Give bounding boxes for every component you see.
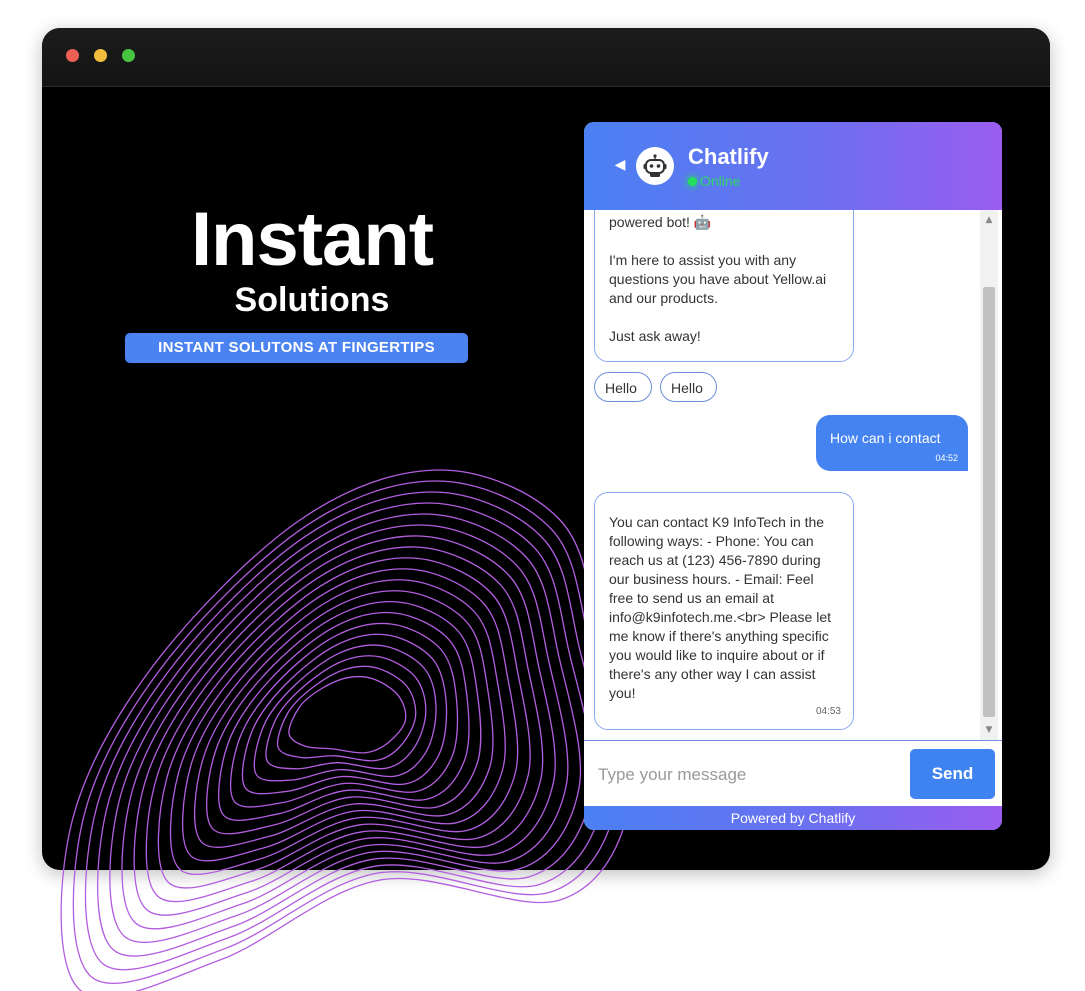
message-scrollbar[interactable]: ▲ ▼ bbox=[980, 210, 998, 740]
bot-message-line: powered bot! 🤖 bbox=[609, 214, 712, 230]
send-button[interactable]: Send bbox=[910, 749, 995, 799]
chevron-left-icon[interactable]: ◀ bbox=[612, 154, 628, 176]
bot-message-paragraph: Just ask away! bbox=[609, 328, 701, 344]
minimize-window-dot[interactable] bbox=[94, 49, 107, 62]
robot-icon bbox=[636, 147, 674, 185]
triangle-up-icon[interactable]: ▲ bbox=[980, 212, 998, 228]
chat-header: ◀ Chatlify Online bbox=[584, 122, 1002, 210]
message-input[interactable] bbox=[596, 751, 900, 799]
close-window-dot[interactable] bbox=[66, 49, 79, 62]
bot-message-reply: You can contact K9 InfoTech in the follo… bbox=[594, 492, 854, 730]
quick-reply-chip[interactable]: Hello bbox=[660, 372, 717, 402]
bot-message-paragraph: I'm here to assist you with any question… bbox=[609, 252, 827, 306]
message-list[interactable]: powered bot! 🤖 I'm here to assist you wi… bbox=[584, 210, 1002, 740]
maximize-window-dot[interactable] bbox=[122, 49, 135, 62]
hero-badge: INSTANT SOLUTONS AT FINGERTIPS bbox=[125, 333, 468, 363]
hero-subtitle: Solutions bbox=[234, 281, 390, 319]
user-message-text: How can i contact bbox=[830, 430, 941, 446]
user-message: How can i contact 04:52 bbox=[816, 415, 968, 471]
chat-widget: ◀ Chatlify Online powered bot! 🤖 I'm her… bbox=[584, 122, 1002, 830]
online-status-dot bbox=[688, 177, 697, 186]
quick-reply-chip[interactable]: Hello bbox=[594, 372, 652, 402]
window-titlebar bbox=[42, 28, 1050, 87]
message-composer: Send bbox=[584, 740, 1002, 807]
scrollbar-thumb[interactable] bbox=[983, 287, 995, 717]
hero-title: Instant bbox=[190, 197, 434, 282]
bot-message-intro: powered bot! 🤖 I'm here to assist you wi… bbox=[594, 210, 854, 362]
user-message-time: 04:52 bbox=[935, 453, 958, 463]
bot-reply-time: 04:53 bbox=[815, 706, 841, 717]
online-status-text: Online bbox=[700, 173, 741, 189]
powered-by-footer: Powered by Chatlify bbox=[584, 806, 1002, 830]
chat-bot-name: Chatlify bbox=[688, 144, 769, 169]
bot-reply-text: You can contact K9 InfoTech in the follo… bbox=[609, 514, 832, 701]
triangle-down-icon[interactable]: ▼ bbox=[980, 722, 998, 738]
